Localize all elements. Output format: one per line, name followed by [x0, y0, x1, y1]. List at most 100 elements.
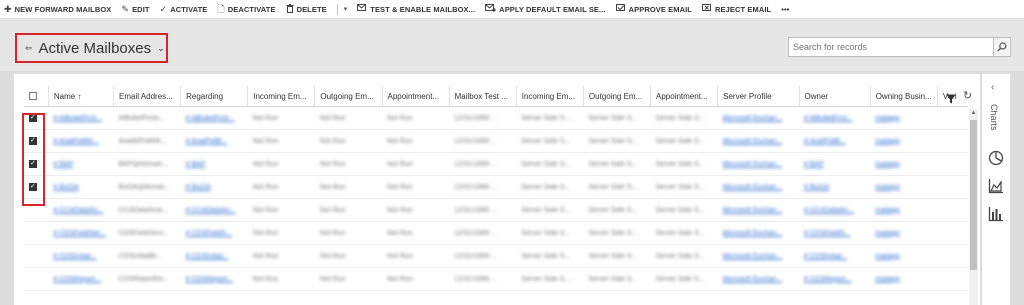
select-all-cell[interactable]: [24, 86, 49, 107]
cell-link[interactable]: # AlBulletFirst...: [53, 115, 102, 122]
table-row[interactable]: # CDSInitial... CDSInitialBr... # CDSIniti…: [24, 244, 968, 268]
test-enable-mailbox-button[interactable]: TEST & ENABLE MAILBOX...: [357, 4, 475, 14]
cell-link[interactable]: mailapp: [875, 207, 900, 214]
cell-link[interactable]: mailapp: [875, 253, 900, 260]
filter-icon[interactable]: [946, 91, 956, 109]
cell-link[interactable]: mailapp: [875, 115, 900, 122]
row-select-cell[interactable]: [24, 198, 49, 222]
table-cell[interactable]: # BizDA: [180, 175, 248, 199]
cell-link[interactable]: mailapp: [875, 161, 900, 168]
cell-link[interactable]: # BAP: [186, 161, 206, 168]
search-input[interactable]: [788, 37, 994, 57]
scroll-up-arrow-icon[interactable]: ▲: [969, 109, 978, 118]
column-header[interactable]: Appointment...: [382, 86, 450, 107]
row-select-cell[interactable]: [24, 244, 49, 268]
cell-link[interactable]: # BAP: [804, 161, 824, 168]
table-cell[interactable]: # BAP: [799, 152, 871, 176]
table-cell[interactable]: Microsoft Exchan...: [717, 152, 799, 176]
approve-email-button[interactable]: APPROVE EMAIL: [615, 4, 692, 14]
cell-link[interactable]: Microsoft Exchan...: [723, 161, 783, 168]
table-cell[interactable]: # CDSInitial...: [180, 244, 248, 268]
new-forward-mailbox-button[interactable]: ✚ NEW FORWARD MAILBOX: [4, 4, 111, 14]
table-cell[interactable]: # BAP: [180, 152, 248, 176]
deactivate-button[interactable]: 🗋 DEACTIVATE: [217, 4, 275, 14]
collapse-charts-icon[interactable]: ‹: [991, 82, 994, 93]
cell-link[interactable]: Microsoft Exchan...: [723, 184, 783, 191]
row-select-cell[interactable]: [24, 106, 49, 130]
cell-link[interactable]: # AlBulletFirst...: [186, 115, 235, 122]
table-row[interactable]: # BizDA BizDA@domai... # BizDA Not Run Not R…: [24, 175, 968, 199]
column-header[interactable]: Server Profile: [717, 86, 800, 107]
pie-chart-icon[interactable]: [988, 150, 1004, 171]
cell-link[interactable]: # BAP: [53, 161, 73, 168]
table-cell[interactable]: mailapp: [870, 244, 938, 268]
cell-link[interactable]: # CDSReport...: [53, 276, 100, 283]
caret-down-icon[interactable]: ▾: [344, 5, 348, 13]
cell-link[interactable]: # BizDA: [186, 184, 211, 191]
cell-link[interactable]: # CDSReport...: [186, 276, 233, 283]
activate-button[interactable]: ✓ ACTIVATE: [160, 4, 208, 14]
table-cell[interactable]: # CCADataAn...: [180, 198, 248, 222]
more-commands-button[interactable]: •••: [781, 5, 789, 14]
cell-link[interactable]: # CCADataAn...: [186, 207, 236, 214]
row-checkbox[interactable]: [29, 136, 37, 146]
cell-link[interactable]: mailapp: [875, 276, 900, 283]
cell-link[interactable]: # CDSFieldS...: [804, 230, 850, 237]
cell-link[interactable]: # CDSFieldSer...: [53, 230, 105, 237]
table-cell[interactable]: # CDSInitial...: [799, 244, 871, 268]
column-header[interactable]: Name ↑: [48, 86, 115, 107]
column-header[interactable]: Incoming Em...: [516, 86, 584, 107]
cell-link[interactable]: Microsoft Exchan...: [723, 230, 783, 237]
table-cell[interactable]: # BAP: [48, 152, 114, 176]
table-cell[interactable]: # BizDA: [48, 175, 114, 199]
column-header[interactable]: Owning Busin...: [870, 86, 938, 107]
row-select-cell[interactable]: [24, 221, 49, 245]
scrollbar-thumb[interactable]: [970, 120, 977, 270]
table-row[interactable]: # CDSFieldSer... CDSFieldServ... # CDSFiel…: [24, 221, 968, 245]
table-row[interactable]: # CDSReport... CDSReportDe... # CDSReport.…: [24, 267, 968, 291]
table-cell[interactable]: Microsoft Exchan...: [717, 221, 799, 245]
cell-link[interactable]: # CDSInitial...: [53, 253, 96, 260]
column-header[interactable]: Email Addres...: [113, 86, 182, 107]
cell-link[interactable]: # CDSInitial...: [804, 253, 847, 260]
table-cell[interactable]: mailapp: [870, 175, 938, 199]
table-cell[interactable]: Microsoft Exchan...: [717, 175, 799, 199]
cell-link[interactable]: # BizDA: [53, 184, 78, 191]
column-header[interactable]: Outgoing Em...: [583, 86, 652, 107]
column-header[interactable]: Owner: [799, 86, 871, 107]
cell-link[interactable]: # CDSInitial...: [186, 253, 229, 260]
charts-pane-label[interactable]: Charts: [989, 104, 999, 131]
table-cell[interactable]: # AlBulletFirst...: [48, 106, 114, 130]
table-cell[interactable]: Microsoft Exchan...: [717, 267, 799, 291]
pin-icon[interactable]: ⇐: [25, 43, 33, 54]
table-cell[interactable]: # ArialPollB...: [180, 129, 248, 153]
row-checkbox[interactable]: [29, 113, 37, 123]
cell-link[interactable]: # AlBulletFirst...: [804, 115, 853, 122]
table-cell[interactable]: mailapp: [870, 221, 938, 245]
table-cell[interactable]: # CDSFieldS...: [799, 221, 871, 245]
table-cell[interactable]: mailapp: [870, 198, 938, 222]
table-row[interactable]: # BAP BAP@domain... # BAP Not Run Not Run Not…: [24, 152, 968, 176]
select-all-checkbox[interactable]: [29, 92, 37, 101]
table-cell[interactable]: mailapp: [870, 106, 938, 130]
apply-default-email-settings-button[interactable]: APPLY DEFAULT EMAIL SE...: [485, 4, 605, 14]
cell-link[interactable]: # CDSReport...: [804, 276, 851, 283]
cell-link[interactable]: Microsoft Exchan...: [723, 253, 783, 260]
cell-link[interactable]: # ArialPollWi...: [53, 138, 98, 145]
table-cell[interactable]: # CDSReport...: [48, 267, 114, 291]
cell-link[interactable]: Microsoft Exchan...: [723, 115, 783, 122]
area-chart-icon[interactable]: [988, 178, 1004, 199]
row-select-cell[interactable]: [24, 129, 49, 153]
row-checkbox[interactable]: [29, 182, 37, 192]
column-header[interactable]: Mailbox Test ...: [449, 86, 517, 107]
cell-link[interactable]: Microsoft Exchan...: [723, 138, 783, 145]
column-header[interactable]: Incoming Em...: [247, 86, 316, 107]
column-header[interactable]: Regarding: [180, 86, 249, 107]
cell-link[interactable]: mailapp: [875, 138, 900, 145]
table-cell[interactable]: # BizDA: [799, 175, 871, 199]
table-cell[interactable]: # AlBulletFirst...: [180, 106, 248, 130]
cell-link[interactable]: # ArialPollB...: [804, 138, 846, 145]
cell-link[interactable]: # CCADataAn...: [804, 207, 854, 214]
table-cell[interactable]: # CDSFieldS...: [180, 221, 248, 245]
row-select-cell[interactable]: [24, 267, 49, 291]
